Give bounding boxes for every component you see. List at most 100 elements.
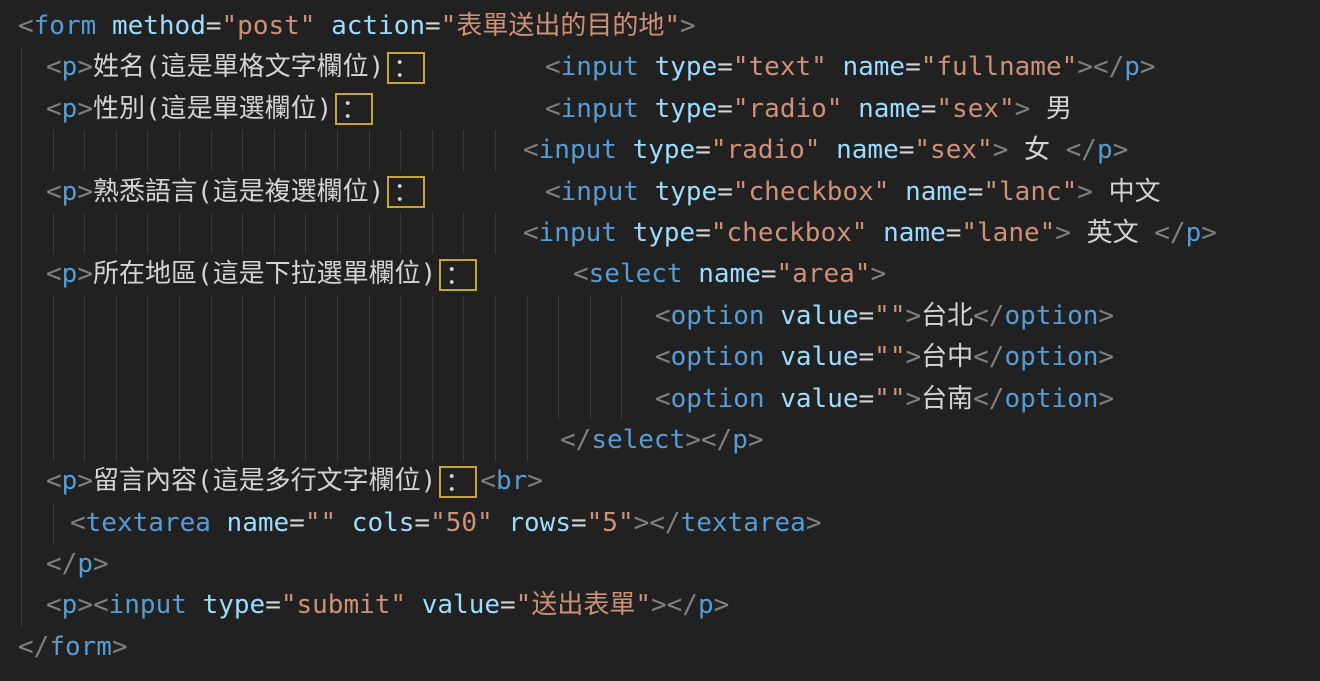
code-token: > <box>905 384 921 414</box>
indent-guide <box>495 420 496 461</box>
code-line[interactable]: <p>所在地區(這是下拉選單欄位)：<select name="area"> <box>0 254 1320 295</box>
indent-guide <box>84 379 85 420</box>
code-line[interactable]: <p>姓名(這是單格文字欄位)：<input type="text" name=… <box>0 47 1320 88</box>
code-segment: </select></p> <box>560 420 764 461</box>
indent-guide <box>53 379 54 420</box>
indent-guide <box>116 420 117 461</box>
indent-guide <box>305 337 306 378</box>
code-token: = <box>946 218 962 248</box>
code-token: name <box>883 218 946 248</box>
code-token: > <box>905 342 921 372</box>
indent-guide <box>527 337 528 378</box>
code-token: option <box>671 342 765 372</box>
code-segment: <p><input type="submit" value="送出表單"></p… <box>46 585 729 626</box>
code-token <box>867 218 883 248</box>
code-token <box>639 94 655 124</box>
code-token: p <box>62 259 78 289</box>
code-token <box>336 508 352 538</box>
code-token: > <box>1098 384 1114 414</box>
code-token: "fullname" <box>921 52 1078 82</box>
code-token: > <box>870 259 886 289</box>
code-token: < <box>523 135 539 165</box>
code-token: > <box>77 94 93 124</box>
code-token: </ <box>1066 135 1097 165</box>
indent-guide <box>84 420 85 461</box>
code-token: = <box>289 508 305 538</box>
code-line[interactable]: <p><input type="submit" value="送出表單"></p… <box>0 585 1320 626</box>
code-segment: </p> <box>46 544 109 585</box>
code-token: > <box>993 135 1009 165</box>
indent-guide <box>21 420 22 461</box>
indent-guide <box>84 213 85 254</box>
code-segment: <option value="">台北</option> <box>655 296 1114 337</box>
code-line[interactable]: <option value="">台中</option> <box>0 337 1320 378</box>
code-token: > <box>77 466 93 496</box>
unicode-highlight-box: ： <box>439 466 477 498</box>
code-token: 性別(這是單選欄位) <box>93 94 332 124</box>
code-token: > <box>77 259 93 289</box>
code-token: cols <box>352 508 415 538</box>
code-token: </ <box>649 508 680 538</box>
indent-guide <box>53 130 54 171</box>
code-token: textarea <box>681 508 806 538</box>
code-token: p <box>698 590 714 620</box>
indent-guide <box>432 213 433 254</box>
code-line[interactable]: <option value="">台北</option> <box>0 296 1320 337</box>
indent-guide <box>527 379 528 420</box>
indent-guide <box>147 130 148 171</box>
indent-guide <box>21 585 22 626</box>
code-token <box>617 218 633 248</box>
indent-guide <box>53 296 54 337</box>
code-token: option <box>671 384 765 414</box>
code-line[interactable]: </p> <box>0 544 1320 585</box>
code-token: rows <box>508 508 571 538</box>
code-token: 留言內容(這是多行文字欄位) <box>93 466 436 496</box>
code-line[interactable]: <input type="radio" name="sex"> 女 </p> <box>0 130 1320 171</box>
indent-guide <box>337 379 338 420</box>
code-token: = <box>695 135 711 165</box>
code-token: name <box>842 52 905 82</box>
code-token: "" <box>874 384 905 414</box>
code-token: = <box>717 177 733 207</box>
code-line[interactable]: <textarea name="" cols="50" rows="5"></t… <box>0 503 1320 544</box>
code-token: p <box>62 94 78 124</box>
indent-guide <box>211 296 212 337</box>
indent-guide <box>463 296 464 337</box>
indent-guide <box>242 420 243 461</box>
code-token <box>765 342 781 372</box>
code-token: = <box>695 218 711 248</box>
code-token: < <box>46 94 62 124</box>
indent-guide <box>400 130 401 171</box>
indent-guide <box>21 172 22 213</box>
code-token: = <box>859 342 875 372</box>
indent-guide <box>621 337 622 378</box>
code-line[interactable]: </form> <box>0 627 1320 668</box>
code-line[interactable]: <p>留言內容(這是多行文字欄位)：<br> <box>0 461 1320 502</box>
indent-guide <box>495 130 496 171</box>
code-token: < <box>655 301 671 331</box>
code-token: 姓名(這是單格文字欄位) <box>93 52 384 82</box>
code-line[interactable]: <form method="post" action="表單送出的目的地"> <box>0 6 1320 47</box>
indent-guide <box>116 296 117 337</box>
code-line[interactable]: </select></p> <box>0 420 1320 461</box>
indent-guide <box>116 213 117 254</box>
code-token: = <box>717 94 733 124</box>
code-token: p <box>1186 218 1202 248</box>
code-line[interactable]: <input type="checkbox" name="lane"> 英文 <… <box>0 213 1320 254</box>
code-line[interactable]: <p>性別(這是單選欄位)：<input type="radio" name="… <box>0 89 1320 130</box>
code-token <box>639 52 655 82</box>
indent-guide <box>211 379 212 420</box>
code-token: action <box>331 11 425 41</box>
code-token: type <box>655 52 718 82</box>
indent-guide <box>147 337 148 378</box>
code-line[interactable]: <option value="">台南</option> <box>0 379 1320 420</box>
code-segment: <p>姓名(這是單格文字欄位)： <box>46 47 428 88</box>
code-line[interactable]: <p>熟悉語言(這是複選欄位)：<input type="checkbox" n… <box>0 172 1320 213</box>
code-token: input <box>109 590 187 620</box>
code-token: type <box>655 94 718 124</box>
code-token <box>765 301 781 331</box>
code-token: select <box>589 259 683 289</box>
code-token: p <box>62 52 78 82</box>
code-token: < <box>46 466 62 496</box>
code-editor[interactable]: <form method="post" action="表單送出的目的地"><p… <box>0 0 1320 681</box>
